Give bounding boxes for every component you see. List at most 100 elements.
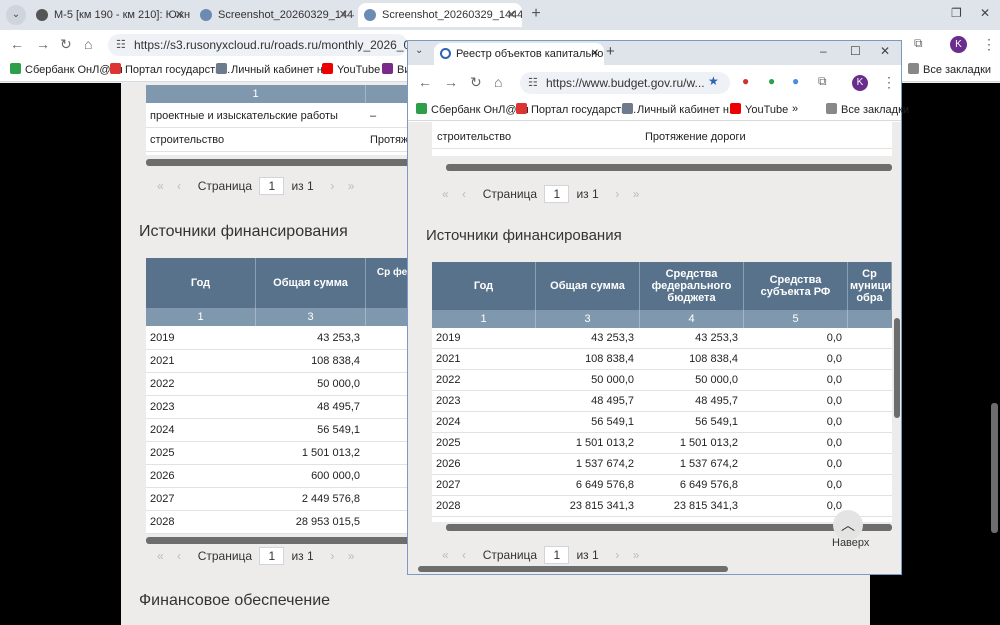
extension-icon[interactable]: ●	[792, 74, 799, 88]
first-page-icon[interactable]: «	[442, 187, 449, 201]
back-icon[interactable]: ←	[10, 36, 24, 52]
restore-window-icon[interactable]: ❐	[951, 6, 962, 20]
menu-icon[interactable]: ⋮	[982, 36, 996, 53]
table-row: 2028 23 815 341,3 23 815 341,3 0,0	[432, 496, 892, 517]
extensions-icon[interactable]: ⧉	[818, 74, 827, 89]
page-input[interactable]: 1	[544, 185, 570, 203]
profile-avatar[interactable]: K	[852, 75, 868, 91]
reload-icon[interactable]: ↻	[470, 74, 482, 91]
next-page-icon[interactable]: ›	[330, 179, 334, 193]
tab-2[interactable]: Screenshot_20260329_144409_ ✕	[194, 3, 354, 27]
page-input[interactable]: 1	[259, 547, 285, 565]
table-row: 2028 28 953 015,5	[146, 511, 446, 534]
horizontal-scrollbar[interactable]	[446, 164, 892, 171]
pager: « ‹ Страница 1 из 1 › »	[157, 547, 355, 565]
bookmark-gosuslugi[interactable]: Портал государств...	[516, 103, 636, 116]
extension-icon[interactable]: ●	[768, 74, 775, 88]
popup-tab-strip: ⌄ Реестр объектов капитального ✕ + – ☐ ✕	[408, 41, 901, 65]
close-tab-icon[interactable]: ✕	[339, 3, 348, 27]
star-icon[interactable]: ★	[708, 74, 719, 88]
last-page-icon[interactable]: »	[348, 549, 355, 563]
extensions-icon[interactable]: ⧉	[914, 36, 923, 51]
horizontal-scrollbar[interactable]	[146, 159, 436, 166]
next-page-icon[interactable]: ›	[330, 549, 334, 563]
table-row: 2027 6 649 576,8 6 649 576,8 0,0	[432, 475, 892, 496]
all-bookmarks[interactable]: Все закладки	[826, 103, 909, 116]
new-tab-button[interactable]: +	[606, 43, 615, 60]
site-settings-icon[interactable]: ☷	[528, 72, 538, 94]
next-page-icon[interactable]: ›	[615, 548, 619, 562]
table-row: 2025 1 501 013,2	[146, 442, 446, 465]
close-tab-icon[interactable]: ✕	[591, 43, 599, 65]
table-row: 2022 50 000,0 50 000,0 0,0	[432, 370, 892, 391]
bookmark-sber[interactable]: Сбербанк ОнЛ@йн	[10, 63, 123, 76]
popup-tab[interactable]: Реестр объектов капитального ✕	[434, 43, 604, 65]
table-row: 2024 56 549,1	[146, 419, 446, 442]
prev-page-icon[interactable]: ‹	[177, 549, 181, 563]
table-row: 2019 43 253,3 43 253,3 0,0	[432, 328, 892, 349]
popup-window: ⌄ Реестр объектов капитального ✕ + – ☐ ✕…	[407, 40, 909, 575]
globe-icon	[200, 9, 212, 21]
tab-1[interactable]: М-5 [км 190 - км 210]: Южный ✕	[30, 3, 190, 27]
popup-horizontal-scrollbar[interactable]	[418, 566, 728, 572]
table-row: проектные и изыскательские работы –	[146, 105, 446, 128]
column-header-year: Год	[146, 258, 256, 308]
column-header-region: Средства субъекта РФ	[744, 262, 848, 310]
site-settings-icon[interactable]: ☷	[116, 34, 126, 56]
forward-icon[interactable]: →	[36, 36, 50, 52]
first-page-icon[interactable]: «	[442, 548, 449, 562]
page-vertical-scrollbar[interactable]	[991, 403, 998, 533]
extension-icon[interactable]: ●	[742, 74, 749, 88]
minimize-icon[interactable]: –	[820, 44, 827, 58]
home-icon[interactable]: ⌂	[84, 36, 92, 52]
bookmark-gosuslugi[interactable]: Портал государств...	[110, 63, 230, 76]
profile-avatar[interactable]: K	[950, 36, 967, 53]
bookmark-cabinet[interactable]: Личный кабинет н...	[216, 63, 332, 76]
back-to-top-button[interactable]: ︿	[833, 510, 863, 540]
close-tab-icon[interactable]: ✕	[507, 3, 516, 27]
tab-strip: ⌄ М-5 [км 190 - км 210]: Южный ✕ Screens…	[0, 0, 1000, 30]
first-page-icon[interactable]: «	[157, 179, 164, 193]
popup-vertical-scrollbar[interactable]	[894, 318, 900, 418]
column-header-year: Год	[432, 262, 536, 310]
last-page-icon[interactable]: »	[633, 548, 640, 562]
prev-page-icon[interactable]: ‹	[462, 548, 466, 562]
table-row: 2026 600 000,0	[146, 465, 446, 488]
last-page-icon[interactable]: »	[348, 179, 355, 193]
next-page-icon[interactable]: ›	[615, 187, 619, 201]
chevron-up-icon: ︿	[841, 517, 855, 533]
menu-icon[interactable]: ⋮	[882, 74, 896, 91]
more-bookmarks-icon[interactable]: »	[792, 103, 798, 115]
last-page-icon[interactable]: »	[633, 187, 640, 201]
first-page-icon[interactable]: «	[157, 549, 164, 563]
back-icon[interactable]: ←	[418, 74, 432, 90]
maximize-icon[interactable]: ☐	[850, 44, 861, 58]
popup-address-bar[interactable]: ☷ https://www.budget.gov.ru/w...	[520, 72, 730, 94]
horizontal-scrollbar[interactable]	[446, 524, 892, 531]
bookmark-youtube[interactable]: YouTube	[322, 63, 380, 76]
page-input[interactable]: 1	[544, 546, 570, 564]
popup-page-viewport: строительство Протяжение дороги « ‹ Стра…	[408, 122, 901, 574]
close-window-icon[interactable]: ✕	[880, 44, 890, 58]
bookmark-sber[interactable]: Сбербанк ОнЛ@йн	[416, 103, 529, 116]
tab-search-icon[interactable]: ⌄	[6, 5, 26, 25]
page-input[interactable]: 1	[259, 177, 285, 195]
prev-page-icon[interactable]: ‹	[462, 187, 466, 201]
bookmark-youtube[interactable]: YouTube	[730, 103, 788, 116]
all-bookmarks[interactable]: Все закладки	[908, 63, 991, 76]
prev-page-icon[interactable]: ‹	[177, 179, 181, 193]
horizontal-scrollbar[interactable]	[146, 537, 436, 544]
popup-bookmarks-bar: Сбербанк ОнЛ@йн Портал государств... Лич…	[408, 101, 909, 121]
home-icon[interactable]: ⌂	[494, 74, 502, 90]
table-row: 2019 43 253,3	[146, 327, 446, 350]
reload-icon[interactable]: ↻	[60, 36, 72, 53]
tab-search-icon[interactable]: ⌄	[415, 45, 423, 56]
close-tab-icon[interactable]: ✕	[175, 3, 184, 27]
forward-icon[interactable]: →	[444, 74, 458, 90]
bookmark-cabinet[interactable]: Личный кабинет н...	[622, 103, 738, 116]
close-window-icon[interactable]: ✕	[980, 6, 990, 20]
new-tab-button[interactable]: +	[526, 5, 546, 25]
globe-icon	[364, 9, 376, 21]
tab-3[interactable]: Screenshot_20260329_144409_c ✕	[358, 3, 522, 27]
address-bar[interactable]: ☷ https://s3.rusonyxcloud.ru/roads.ru/mo…	[108, 34, 408, 56]
